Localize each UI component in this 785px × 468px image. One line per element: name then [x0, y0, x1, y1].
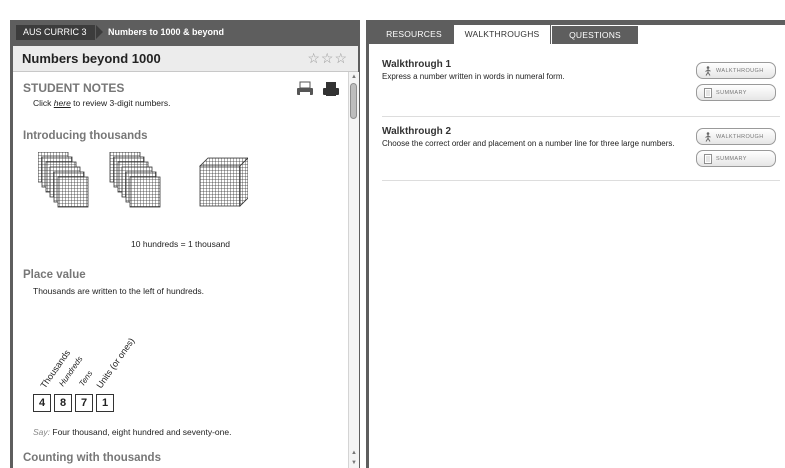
tab-bar: RESOURCES WALKTHROUGHS QUESTIONS — [366, 20, 785, 44]
breadcrumb-arrow-icon — [96, 25, 103, 39]
thousand-cube — [199, 157, 248, 207]
notes-scrollbar[interactable]: ▲ ▲ ▼ — [348, 72, 359, 468]
digit-box: 7 — [75, 394, 93, 412]
summary-button-label: SUMMARY — [716, 155, 747, 162]
tab-bar-filler — [639, 25, 785, 44]
base-ten-blocks-illustration — [38, 152, 248, 208]
breadcrumb: AUS CURRIC 3 Numbers to 1000 & beyond — [10, 20, 360, 44]
place-value-column-labels: Thousands Hundreds Tens Units (or ones) — [38, 336, 136, 390]
place-value-description: Thousands are written to the left of hun… — [33, 286, 205, 296]
summary-2-button[interactable]: SUMMARY — [696, 150, 776, 167]
summary-1-button[interactable]: SUMMARY — [696, 84, 776, 101]
hundreds-flat-stack-2 — [109, 152, 161, 208]
blocks-caption: 10 hundreds = 1 thousand — [131, 239, 231, 249]
print-icons — [296, 81, 344, 102]
counting-heading: Counting with thousands — [23, 452, 161, 464]
column-label-tens: Tens — [77, 369, 94, 388]
walkthrough-2-button[interactable]: WALKTHROUGH — [696, 128, 776, 145]
scroll-up-icon[interactable]: ▲ — [349, 72, 359, 82]
place-value-digits: 4 8 7 1 — [33, 394, 117, 412]
walkthroughs-list: Walkthrough 1 Express a number written i… — [369, 44, 785, 468]
student-notes-heading: STUDENT NOTES — [23, 81, 125, 95]
topic-title: Numbers beyond 1000 — [22, 51, 161, 66]
walkthrough-description: Choose the correct order and placement o… — [382, 139, 675, 148]
resources-panel: RESOURCES WALKTHROUGHS QUESTIONS Walkthr… — [366, 20, 785, 468]
walkthrough-divider — [382, 180, 780, 181]
review-text: Click here to review 3-digit numbers. — [33, 98, 170, 108]
review-prefix: Click — [33, 98, 54, 108]
breadcrumb-course[interactable]: AUS CURRIC 3 — [16, 25, 95, 40]
scroll-thumb[interactable] — [350, 83, 357, 119]
scroll-down-icon[interactable]: ▲ ▼ — [349, 448, 359, 468]
breadcrumb-topic[interactable]: Numbers to 1000 & beyond — [108, 25, 224, 40]
summary-button-label: SUMMARY — [716, 89, 747, 96]
review-link[interactable]: here — [54, 98, 71, 108]
tab-questions[interactable]: QUESTIONS — [551, 25, 639, 44]
notes-container: Numbers beyond 1000 ☆☆☆ STUDENT NOTES Cl… — [13, 46, 359, 468]
notes-content: STUDENT NOTES Click here to review 3-dig… — [13, 72, 346, 468]
say-label: Say: — [33, 427, 51, 437]
say-sentence: Four thousand, eight hundred and seventy… — [50, 427, 232, 437]
hundreds-flat-stack-1 — [38, 152, 89, 208]
tab-resources[interactable]: RESOURCES — [375, 25, 453, 44]
walking-person-icon — [703, 65, 713, 76]
intro-heading: Introducing thousands — [23, 130, 148, 142]
walking-person-icon — [703, 131, 713, 142]
summary-document-icon — [703, 153, 713, 164]
place-value-heading: Place value — [23, 269, 86, 281]
digit-box: 4 — [33, 394, 51, 412]
digit-box: 1 — [96, 394, 114, 412]
print-full-icon[interactable] — [322, 81, 340, 102]
summary-document-icon — [703, 87, 713, 98]
student-notes-panel: AUS CURRIC 3 Numbers to 1000 & beyond Nu… — [10, 20, 360, 468]
tab-walkthroughs[interactable]: WALKTHROUGHS — [454, 25, 550, 44]
column-label-units: Units (or ones) — [94, 336, 136, 390]
walkthrough-description: Express a number written in words in num… — [382, 72, 565, 81]
review-suffix: to review 3-digit numbers. — [70, 98, 171, 108]
walkthrough-1-button[interactable]: WALKTHROUGH — [696, 62, 776, 79]
walkthrough-button-label: WALKTHROUGH — [716, 133, 764, 140]
say-text: Say: Four thousand, eight hundred and se… — [33, 427, 231, 437]
walkthrough-button-label: WALKTHROUGH — [716, 67, 764, 74]
digit-box: 8 — [54, 394, 72, 412]
topic-header: Numbers beyond 1000 ☆☆☆ — [13, 46, 358, 72]
walkthrough-divider — [382, 116, 780, 117]
printer-icon[interactable] — [296, 81, 314, 102]
rating-stars[interactable]: ☆☆☆ — [307, 50, 348, 67]
